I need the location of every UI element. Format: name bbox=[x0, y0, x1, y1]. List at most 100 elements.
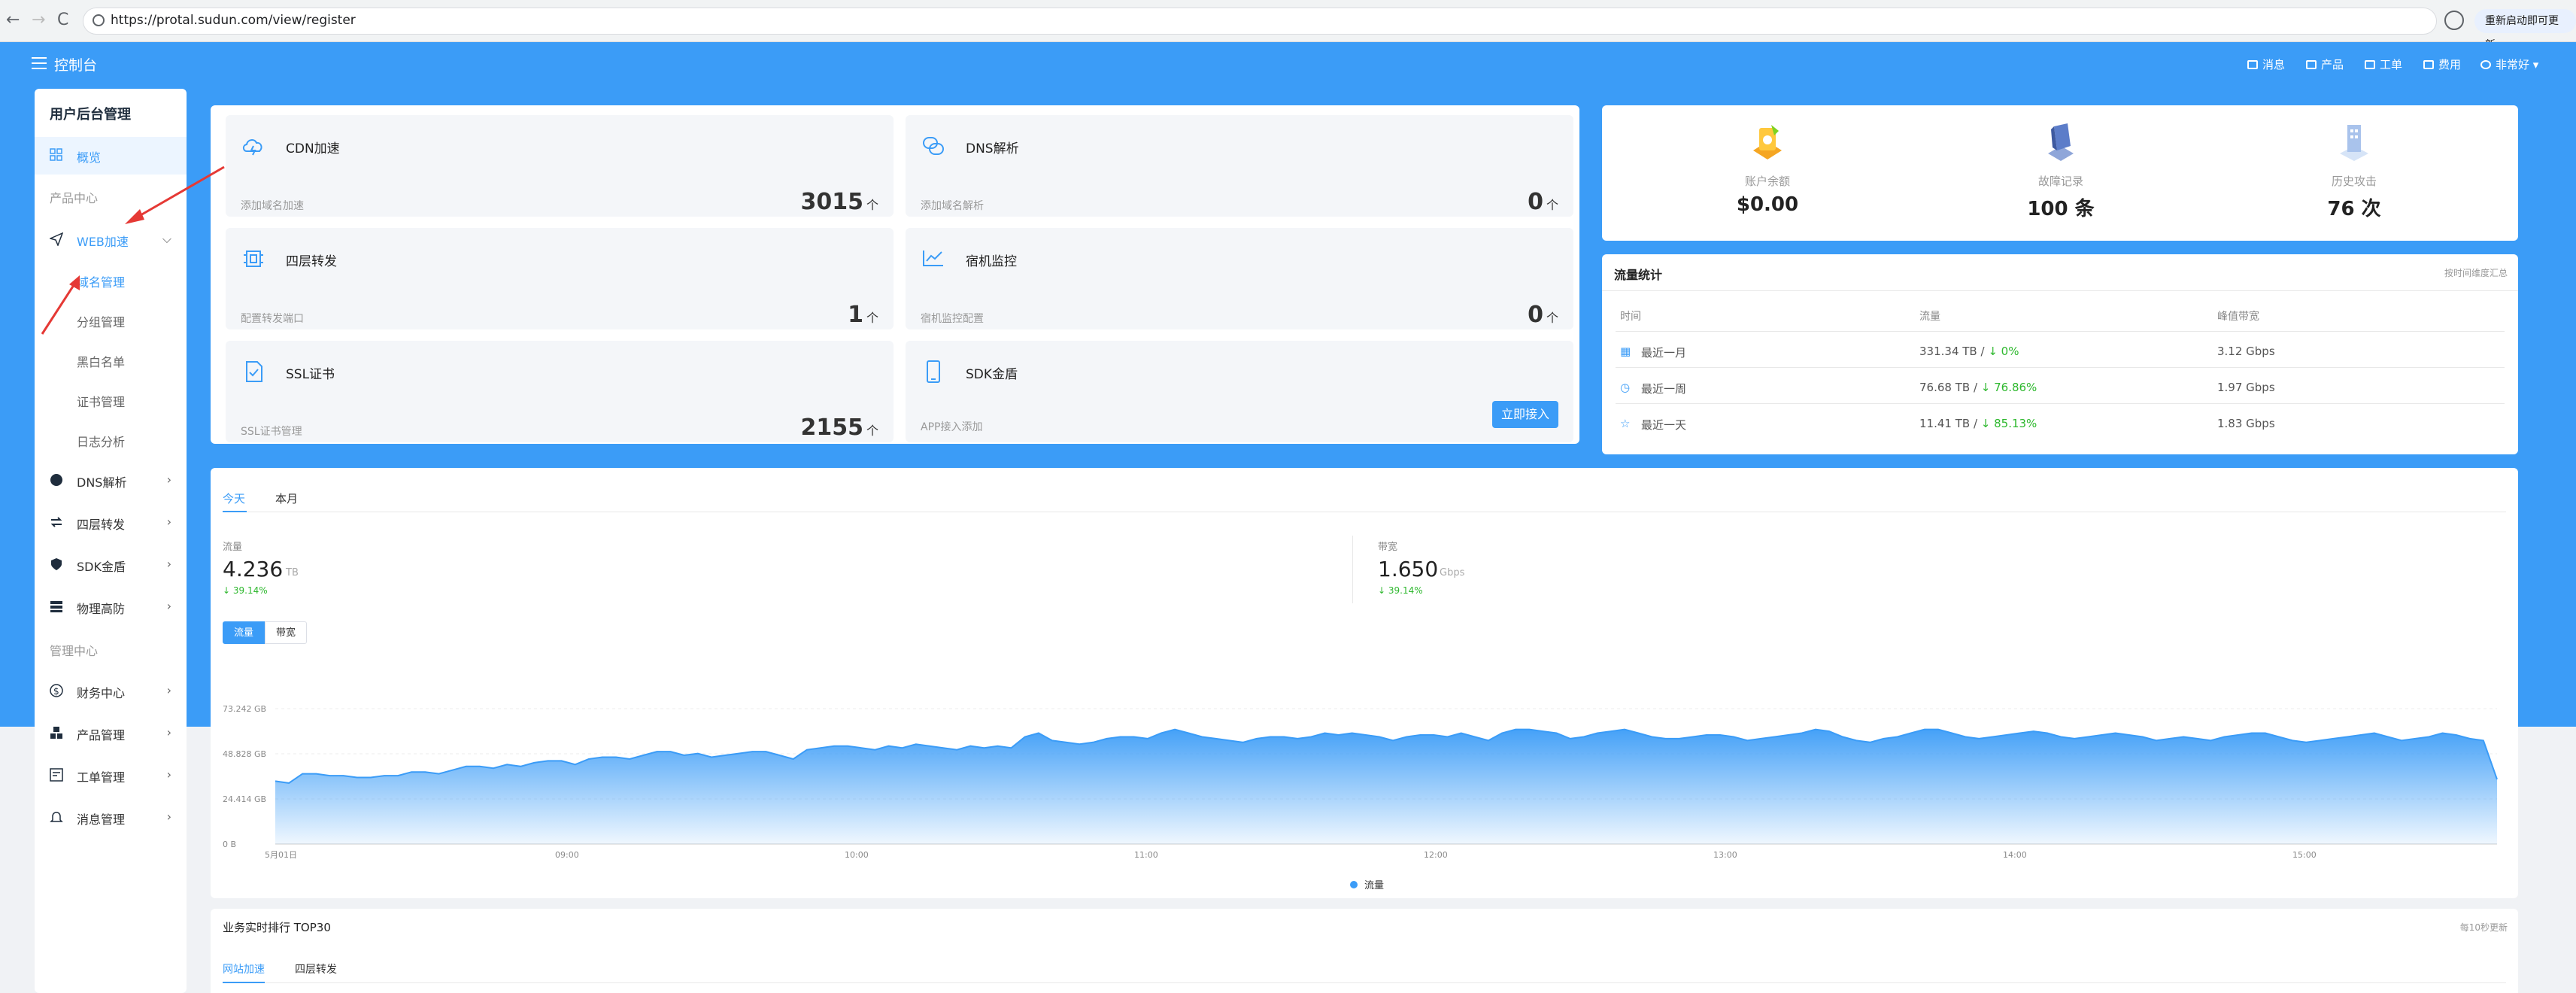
globe-icon bbox=[50, 474, 62, 486]
chevron-right-icon: › bbox=[166, 557, 171, 571]
nav-tickets[interactable]: 工单 bbox=[2365, 56, 2402, 72]
quick-value: 1个 bbox=[848, 302, 878, 328]
legend-label: 流量 bbox=[1364, 880, 1384, 891]
top-header: 控制台 消息 产品 工单 费用 非常好 ▾ bbox=[0, 42, 2576, 86]
connect-now-button[interactable]: 立即接入 bbox=[1492, 401, 1558, 428]
sidebar-sub-log[interactable]: 日志分析 bbox=[77, 432, 125, 450]
row-peak: 3.12 Gbps bbox=[2217, 345, 2275, 358]
col-time: 时间 bbox=[1620, 311, 1641, 323]
bw-unit: Gbps bbox=[1440, 567, 1465, 578]
tab-web-accel[interactable]: 网站加速 bbox=[223, 961, 265, 976]
x-axis-ticks: 5月01日 09:00 10:00 11:00 12:00 13:00 14:00 15:00 bbox=[265, 850, 2317, 860]
sidebar-item-l4[interactable]: 四层转发 › bbox=[35, 504, 187, 542]
stat-balance: 账户余额 $0.00 bbox=[1677, 105, 1858, 216]
quick-count: 0 bbox=[1528, 302, 1543, 328]
overview-panel: 今天 本月 流量 4.236 TB ↓ 39.14% 带宽 1.650 Gbps… bbox=[211, 468, 2518, 898]
tab-indicator bbox=[223, 982, 265, 983]
sidebar-sub-cert[interactable]: 证书管理 bbox=[77, 392, 125, 410]
row-period: 最近一天 bbox=[1641, 418, 1687, 432]
sidebar-item-ticket-mgmt[interactable]: 工单管理 › bbox=[35, 757, 187, 794]
quick-sub: 宿机监控配置 bbox=[921, 313, 984, 325]
quick-sub: SSL证书管理 bbox=[241, 426, 302, 438]
cloud-icon bbox=[242, 139, 262, 156]
sidebar-item-label: 财务中心 bbox=[77, 686, 126, 700]
divider bbox=[1616, 331, 2505, 332]
stat-label: 故障记录 bbox=[2037, 175, 2083, 188]
nav-costs[interactable]: 费用 bbox=[2423, 56, 2461, 72]
quick-card-l4[interactable]: 四层转发 配置转发端口 1个 bbox=[226, 228, 894, 329]
col-traffic: 流量 bbox=[1919, 311, 1940, 323]
cubes-icon bbox=[50, 727, 62, 739]
tab-month[interactable]: 本月 bbox=[275, 490, 298, 506]
y-axis-ticks: 0 B 24.414 GB 48.828 GB 73.242 GB bbox=[223, 704, 266, 849]
toggle-bandwidth-button[interactable]: 带宽 bbox=[265, 621, 307, 644]
update-button[interactable]: 重新启动即可更新 bbox=[2474, 9, 2576, 51]
tab-l4-forward[interactable]: 四层转发 bbox=[295, 961, 337, 976]
nav-products-label: 产品 bbox=[2321, 58, 2344, 71]
row-period: 最近一周 bbox=[1641, 382, 1687, 396]
x-tick-label: 14:00 bbox=[2003, 850, 2027, 860]
x-tick-label: 11:00 bbox=[1134, 850, 1158, 860]
sidebar-item-sdk[interactable]: SDK金盾 › bbox=[35, 546, 187, 584]
tab-today[interactable]: 今天 bbox=[223, 490, 245, 506]
quick-card-cdn[interactable]: CDN加速 添加域名加速 3015 个 bbox=[226, 115, 894, 217]
clock-icon: ◷ bbox=[1620, 381, 1631, 394]
annotation-arrow bbox=[135, 166, 225, 220]
legend-marker bbox=[1350, 881, 1358, 888]
nav-products[interactable]: 产品 bbox=[2306, 56, 2344, 72]
chevron-right-icon: › bbox=[166, 599, 171, 613]
ranking-title: 业务实时排行 TOP30 bbox=[223, 921, 331, 934]
sidebar-item-label: 物理高防 bbox=[77, 602, 126, 616]
quick-unit: 个 bbox=[866, 198, 878, 212]
tab-indicator bbox=[223, 511, 247, 512]
row-pct: ↓ 0% bbox=[1988, 345, 2019, 358]
divider bbox=[1616, 367, 2505, 368]
sidebar-item-message-mgmt[interactable]: 消息管理 › bbox=[35, 799, 187, 837]
nav-messages[interactable]: 消息 bbox=[2247, 56, 2285, 72]
address-bar[interactable]: https://protal.sudun.com/view/register bbox=[83, 8, 2437, 35]
star-icon: ☆ bbox=[1620, 417, 1631, 430]
wallet-icon bbox=[1753, 125, 1782, 159]
profile-icon[interactable] bbox=[2444, 11, 2464, 30]
sidebar-item-dns[interactable]: DNS解析 › bbox=[35, 462, 187, 500]
nav-messages-label: 消息 bbox=[2262, 58, 2286, 71]
sidebar-item-physical[interactable]: 物理高防 › bbox=[35, 588, 187, 626]
quick-unit: 个 bbox=[1546, 311, 1558, 325]
stat-label: 历史攻击 bbox=[2331, 175, 2377, 188]
quick-sub: 添加域名解析 bbox=[921, 200, 984, 212]
quick-card-sdk[interactable]: SDK金盾 APP接入添加 立即接入 bbox=[906, 341, 1573, 442]
quick-card-dns[interactable]: DNS解析 添加域名解析 0个 bbox=[906, 115, 1573, 217]
row-period: 最近一月 bbox=[1641, 346, 1687, 360]
x-tick-label: 09:00 bbox=[555, 850, 579, 860]
quick-card-ssl[interactable]: SSL证书 SSL证书管理 2155 个 bbox=[226, 341, 894, 442]
toggle-flow-button[interactable]: 流量 bbox=[223, 621, 265, 644]
y-tick-label: 73.242 GB bbox=[223, 704, 266, 714]
quick-count: 2155 bbox=[800, 415, 863, 441]
quick-title: CDN加速 bbox=[286, 141, 340, 156]
quick-sub: APP接入添加 bbox=[921, 421, 983, 433]
traffic-note: 按时间维度汇总 bbox=[2444, 268, 2508, 278]
x-tick-label: 5月01日 bbox=[265, 850, 297, 860]
row-pct: ↓ 76.86% bbox=[1980, 381, 2037, 394]
row-traffic-value: 331.34 TB bbox=[1919, 345, 1977, 358]
quick-card-monitor[interactable]: 宿机监控 宿机监控配置 0个 bbox=[906, 228, 1573, 329]
sidebar-item-product-mgmt[interactable]: 产品管理 › bbox=[35, 715, 187, 752]
stat-attacks: 历史攻击 76 次 bbox=[2264, 105, 2444, 221]
quick-unit: 个 bbox=[1546, 198, 1558, 212]
shield-icon bbox=[51, 558, 62, 570]
divider bbox=[1602, 290, 2518, 291]
nav-user[interactable]: 非常好 ▾ bbox=[2480, 56, 2538, 72]
chevron-right-icon: › bbox=[166, 472, 171, 487]
nav-costs-label: 费用 bbox=[2438, 58, 2462, 71]
stat-value: $0.00 bbox=[1736, 193, 1799, 216]
section-manage-center: 管理中心 bbox=[50, 644, 99, 658]
x-tick-label: 15:00 bbox=[2292, 850, 2317, 860]
sidebar-item-finance[interactable]: $ 财务中心 › bbox=[35, 673, 187, 710]
server-block-icon bbox=[2048, 123, 2074, 161]
flow-unit: TB bbox=[286, 567, 299, 578]
stat-value: 76 次 bbox=[2327, 198, 2381, 220]
series-area bbox=[275, 729, 2497, 844]
quick-title: 四层转发 bbox=[286, 254, 337, 269]
quick-title: 宿机监控 bbox=[966, 254, 1017, 269]
quick-sub: 添加域名加速 bbox=[241, 200, 304, 212]
